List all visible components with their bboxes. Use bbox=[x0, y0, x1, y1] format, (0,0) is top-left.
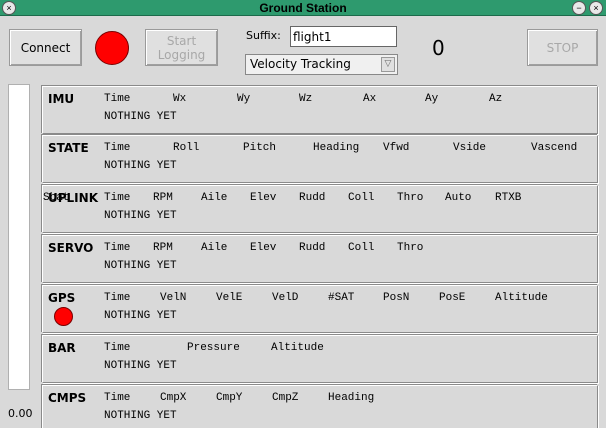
field-label: Altitude bbox=[271, 342, 324, 354]
panel-status: NOTHING YET bbox=[104, 410, 177, 422]
field-label: Ax bbox=[363, 93, 377, 105]
level-gauge bbox=[8, 84, 30, 390]
mode-select[interactable]: Velocity Tracking ▽ bbox=[245, 54, 398, 75]
panel-status: NOTHING YET bbox=[104, 360, 177, 372]
panel-title: CMPS bbox=[48, 391, 87, 405]
field-label: Time bbox=[104, 342, 131, 354]
field-label: Pressure bbox=[187, 342, 240, 354]
field-label: Auto bbox=[445, 192, 472, 204]
field-label: Time bbox=[104, 142, 131, 154]
window-title: Ground Station bbox=[259, 1, 347, 15]
field-label: Elev bbox=[250, 192, 277, 204]
field-label: Heading bbox=[328, 392, 375, 404]
field-label: Thro bbox=[397, 242, 424, 254]
field-label: RPM bbox=[153, 242, 173, 254]
field-label: Coll bbox=[348, 192, 375, 204]
field-label: CmpY bbox=[216, 392, 243, 404]
field-label: Coll bbox=[348, 242, 375, 254]
field-label: Time bbox=[104, 192, 131, 204]
suffix-input[interactable] bbox=[290, 26, 397, 47]
panel-title: IMU bbox=[48, 92, 75, 106]
field-label: Az bbox=[489, 93, 503, 105]
field-label: Time bbox=[104, 292, 131, 304]
counter-display: 0 bbox=[432, 36, 445, 60]
gauge-value: 0.00 bbox=[8, 407, 33, 420]
field-label: Pitch bbox=[243, 142, 277, 154]
panel-status: NOTHING YET bbox=[104, 210, 177, 222]
field-label: Heading bbox=[313, 142, 360, 154]
field-label: Vascend bbox=[531, 142, 578, 154]
panel-status: NOTHING YET bbox=[104, 160, 177, 172]
field-label: Rudd bbox=[299, 242, 326, 254]
field-label: Roll bbox=[173, 142, 200, 154]
field-label: Thro bbox=[397, 192, 424, 204]
field-label: Time bbox=[104, 242, 131, 254]
field-label: Wy bbox=[237, 93, 251, 105]
field-label: #SAT bbox=[328, 292, 355, 304]
field-label: Aile bbox=[201, 242, 228, 254]
panel-cmps: CMPS Time CmpX CmpY CmpZ Heading NOTHING YET bbox=[42, 385, 598, 428]
suffix-label: Suffix: bbox=[246, 29, 281, 42]
close-icon[interactable]: × bbox=[589, 1, 603, 15]
field-label: VelE bbox=[216, 292, 243, 304]
panel-imu: IMU Time Wx Wy Wz Ax Ay Az NOTHING YET bbox=[42, 86, 598, 134]
panel-status: NOTHING YET bbox=[104, 260, 177, 272]
field-label: Time bbox=[104, 392, 131, 404]
field-label: Aile bbox=[201, 192, 228, 204]
panel-uplink: UPLINK Time RPM Aile Elev Rudd Coll Thro Auto RTX… bbox=[42, 185, 598, 233]
panel-servo: SERVO Time RPM Aile Elev Rudd Coll Thro NOTHING … bbox=[42, 235, 598, 283]
field-label: Ay bbox=[425, 93, 439, 105]
field-label: Rudd bbox=[299, 192, 326, 204]
panel-gps: GPS Time VelN VelE VelD #SAT PosN PosE Altitude N… bbox=[42, 285, 598, 333]
gps-status-indicator bbox=[54, 307, 73, 326]
connect-button[interactable]: Connect bbox=[9, 29, 82, 66]
start-logging-button[interactable]: Start Logging bbox=[145, 29, 218, 66]
field-label: RTXB bbox=[495, 192, 522, 204]
panel-state: STATE Time Roll Pitch Heading Vfwd Vside Vascen… bbox=[42, 135, 598, 183]
connection-status-indicator bbox=[95, 31, 129, 65]
field-label: VelD bbox=[272, 292, 299, 304]
field-label: Sbat bbox=[43, 192, 70, 204]
field-label: Elev bbox=[250, 242, 277, 254]
field-label: Altitude bbox=[495, 292, 548, 304]
field-label: Wz bbox=[299, 93, 313, 105]
field-label: Wx bbox=[173, 93, 187, 105]
title-bar: × Ground Station − × bbox=[0, 0, 606, 16]
field-label: CmpX bbox=[160, 392, 187, 404]
panel-title: BAR bbox=[48, 341, 76, 355]
field-label: PosE bbox=[439, 292, 466, 304]
minimize-icon[interactable]: − bbox=[572, 1, 586, 15]
panel-title: SERVO bbox=[48, 241, 94, 255]
panel-status: NOTHING YET bbox=[104, 111, 177, 123]
panel-title: GPS bbox=[48, 291, 76, 305]
field-label: Vside bbox=[453, 142, 487, 154]
field-label: RPM bbox=[153, 192, 173, 204]
field-label: Vfwd bbox=[383, 142, 410, 154]
stop-button[interactable]: STOP bbox=[527, 29, 598, 66]
field-label: CmpZ bbox=[272, 392, 299, 404]
dropdown-arrow-icon[interactable]: ▽ bbox=[381, 57, 395, 72]
panel-status: NOTHING YET bbox=[104, 310, 177, 322]
mode-select-value: Velocity Tracking bbox=[250, 57, 351, 71]
field-label: Time bbox=[104, 93, 131, 105]
field-label: VelN bbox=[160, 292, 187, 304]
field-label: PosN bbox=[383, 292, 410, 304]
panel-bar: BAR Time Pressure Altitude NOTHING YET bbox=[42, 335, 598, 383]
panel-title: STATE bbox=[48, 141, 89, 155]
